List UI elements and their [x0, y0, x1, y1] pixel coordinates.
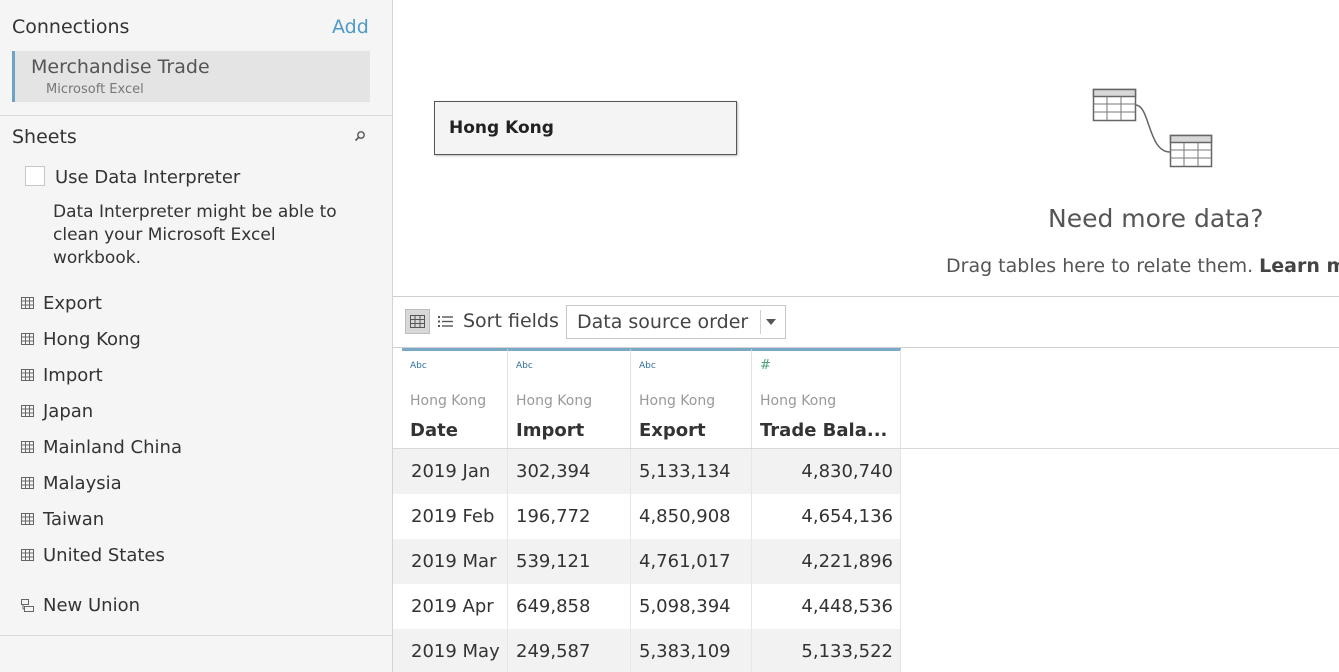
relate-tables-icon: [1092, 88, 1213, 168]
sheet-item-export[interactable]: Export: [21, 289, 102, 317]
sort-fields-dropdown[interactable]: Data source order: [566, 305, 786, 339]
sheet-item-import[interactable]: Import: [21, 361, 103, 389]
cell-import: 196,772: [508, 494, 631, 539]
string-type-icon[interactable]: Abc: [639, 361, 656, 371]
grid-view-button[interactable]: [405, 309, 430, 334]
data-interpreter-label[interactable]: Use Data Interpreter: [55, 167, 240, 188]
sheet-label: United States: [43, 544, 165, 566]
list-view-button[interactable]: [436, 311, 454, 331]
table-row: 2019 Apr 649,858 5,098,394 4,448,536: [393, 584, 901, 629]
sort-fields-value: Data source order: [577, 311, 749, 333]
column-header-import[interactable]: Abc Hong Kong Import: [508, 348, 631, 448]
sheet-label: Import: [43, 364, 103, 386]
column-source: Hong Kong: [639, 393, 716, 409]
data-interpreter-checkbox[interactable]: [25, 166, 45, 186]
column-source: Hong Kong: [410, 393, 487, 409]
data-interpreter-description: Data Interpreter might be able to clean …: [53, 202, 337, 268]
table-icon: [21, 477, 34, 489]
sheet-label: Japan: [43, 400, 94, 422]
cell-date: 2019 Feb: [402, 494, 508, 539]
sheet-item-hong-kong[interactable]: Hong Kong: [21, 325, 141, 353]
cell-trade-balance: 4,830,740: [752, 449, 901, 494]
divider: [0, 635, 392, 636]
sheets-title: Sheets: [12, 126, 77, 148]
column-header-date[interactable]: Abc Hong Kong Date: [402, 348, 508, 448]
column-source: Hong Kong: [516, 393, 593, 409]
divider: [393, 296, 1339, 297]
search-icon[interactable]: [353, 129, 367, 143]
new-union-label: New Union: [43, 594, 140, 616]
add-connection-link[interactable]: Add: [332, 16, 369, 38]
cell-date: 2019 Mar: [402, 539, 508, 584]
connection-item[interactable]: Merchandise Trade Microsoft Excel: [12, 51, 370, 102]
sheet-label: Malaysia: [43, 472, 122, 494]
cell-export: 4,761,017: [631, 539, 752, 584]
column-name: Import: [516, 420, 585, 441]
table-icon: [21, 441, 34, 453]
drag-hint-text: Drag tables here to relate them.: [946, 255, 1260, 277]
table-row: 2019 Feb 196,772 4,850,908 4,654,136: [393, 494, 901, 539]
cell-date: 2019 Jan: [402, 449, 508, 494]
column-name: Trade Bala...: [760, 420, 888, 441]
column-header-export[interactable]: Abc Hong Kong Export: [631, 348, 752, 448]
sheet-item-japan[interactable]: Japan: [21, 397, 93, 425]
sheet-label: Taiwan: [43, 508, 105, 530]
table-icon: [21, 369, 34, 381]
new-union-item[interactable]: New Union: [21, 591, 140, 619]
drag-tables-hint: Drag tables here to relate them. Learn m…: [946, 255, 1339, 277]
cell-export: 4,850,908: [631, 494, 752, 539]
sort-fields-label: Sort fields: [463, 310, 559, 332]
column-name: Export: [639, 420, 706, 441]
dropdown-divider: [760, 310, 761, 334]
sheet-item-malaysia[interactable]: Malaysia: [21, 469, 122, 497]
learn-more-link[interactable]: Learn mo: [1259, 255, 1339, 277]
table-row: 2019 Mar 539,121 4,761,017 4,221,896: [393, 539, 901, 584]
table-icon: [21, 297, 34, 309]
column-header-trade-balance[interactable]: # Hong Kong Trade Bala...: [752, 348, 901, 448]
cell-trade-balance: 4,221,896: [752, 539, 901, 584]
cell-export: 5,098,394: [631, 584, 752, 629]
canvas-table-node[interactable]: Hong Kong: [434, 101, 737, 155]
column-name: Date: [410, 420, 458, 441]
cell-date: 2019 May: [402, 629, 508, 672]
sheet-label: Export: [43, 292, 102, 314]
cell-trade-balance: 5,133,522: [752, 629, 901, 672]
connections-title: Connections: [12, 16, 130, 38]
sheet-item-mainland-china[interactable]: Mainland China: [21, 433, 182, 461]
connection-name: Merchandise Trade: [31, 56, 210, 78]
need-more-data-heading: Need more data?: [1048, 204, 1264, 233]
connection-type: Microsoft Excel: [46, 82, 144, 97]
cell-date: 2019 Apr: [402, 584, 508, 629]
chevron-down-icon: [766, 319, 776, 325]
cell-trade-balance: 4,448,536: [752, 584, 901, 629]
string-type-icon[interactable]: Abc: [410, 361, 427, 371]
sheet-label: Hong Kong: [43, 328, 141, 350]
data-pane: Connections Add Merchandise Trade Micros…: [0, 0, 393, 672]
sheet-item-taiwan[interactable]: Taiwan: [21, 505, 104, 533]
sheet-label: Mainland China: [43, 436, 182, 458]
union-icon: [21, 598, 34, 612]
table-icon: [21, 513, 34, 525]
cell-import: 649,858: [508, 584, 631, 629]
sheet-item-united-states[interactable]: United States: [21, 541, 165, 569]
cell-export: 5,133,134: [631, 449, 752, 494]
cell-import: 302,394: [508, 449, 631, 494]
cell-export: 5,383,109: [631, 629, 752, 672]
column-source: Hong Kong: [760, 393, 837, 409]
table-icon: [21, 333, 34, 345]
table-icon: [21, 405, 34, 417]
cell-import: 539,121: [508, 539, 631, 584]
cell-trade-balance: 4,654,136: [752, 494, 901, 539]
table-node-label: Hong Kong: [449, 118, 554, 138]
cell-import: 249,587: [508, 629, 631, 672]
number-type-icon[interactable]: #: [760, 358, 771, 373]
list-icon: [437, 315, 453, 327]
table-icon: [21, 549, 34, 561]
divider: [0, 115, 392, 116]
grid-icon: [410, 315, 425, 328]
string-type-icon[interactable]: Abc: [516, 361, 533, 371]
table-row: 2019 May 249,587 5,383,109 5,133,522: [393, 629, 901, 672]
table-row: 2019 Jan 302,394 5,133,134 4,830,740: [393, 449, 901, 494]
